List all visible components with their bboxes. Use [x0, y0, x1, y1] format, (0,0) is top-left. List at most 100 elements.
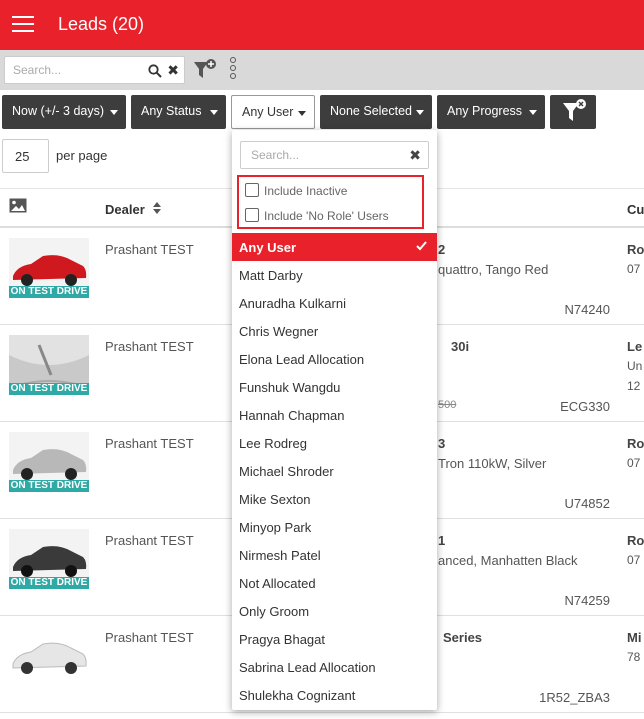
status-badge: ON TEST DRIVE — [9, 480, 89, 492]
customer-column-header[interactable]: Cu — [627, 202, 644, 217]
sort-icon[interactable] — [153, 201, 161, 215]
date-filter-label: Now (+/- 3 days) — [12, 104, 105, 118]
customer-company: Un — [627, 359, 643, 373]
user-option[interactable]: Any User — [232, 233, 437, 261]
user-option[interactable]: Elona Lead Allocation — [232, 345, 437, 373]
user-filter-label: Any User — [242, 105, 294, 119]
vehicle-thumbnail: ON TEST DRIVE — [9, 529, 89, 589]
user-option[interactable]: Michael Shroder — [232, 457, 437, 485]
per-page-input[interactable]: 25 — [2, 139, 49, 173]
checkmark-icon — [416, 241, 427, 251]
stock-number: U74852 — [564, 496, 610, 511]
user-search-box: ✖ — [240, 141, 429, 169]
user-option[interactable]: Only Groom — [232, 597, 437, 625]
user-option[interactable]: Not Allocated — [232, 569, 437, 597]
user-option[interactable]: Mike Sexton — [232, 485, 437, 513]
search-icon[interactable] — [148, 64, 162, 78]
status-badge: ON TEST DRIVE — [9, 286, 89, 298]
close-icon[interactable]: ✖ — [409, 147, 421, 164]
user-option[interactable]: Pragya Bhagat — [232, 625, 437, 653]
include-no-role-label: Include 'No Role' Users — [264, 209, 389, 223]
app-header: Leads (20) — [0, 0, 644, 50]
user-option-label: Sabrina Lead Allocation — [239, 660, 376, 675]
per-page-label: per page — [56, 148, 108, 163]
customer-phone: 07 — [627, 456, 641, 470]
vehicle-title: 1 — [438, 533, 446, 548]
user-option[interactable]: Lee Rodreg — [232, 429, 437, 457]
customer-name: Ro — [627, 436, 644, 451]
dealer-name: Prashant TEST — [105, 630, 194, 645]
user-option-label: Funshuk Wangdu — [239, 380, 341, 395]
user-option-label: Lee Rodreg — [239, 436, 307, 451]
user-option-label: Anuradha Kulkarni — [239, 296, 346, 311]
vehicle-thumbnail — [9, 626, 89, 686]
customer-name: Mi — [627, 630, 642, 645]
user-option[interactable]: Matt Darby — [232, 261, 437, 289]
user-filter-button[interactable]: Any User — [231, 95, 315, 129]
user-option[interactable]: Shulekha Cognizant — [232, 681, 437, 709]
include-inactive-checkbox[interactable] — [245, 183, 259, 197]
chevron-down-icon — [416, 110, 424, 115]
hamburger-icon[interactable] — [12, 16, 34, 34]
vehicle-thumbnail: ON TEST DRIVE — [9, 335, 89, 395]
include-no-role-checkbox[interactable] — [245, 208, 259, 222]
vehicle-description: anced, Manhatten Black — [438, 553, 578, 568]
filter-add-icon[interactable] — [192, 58, 218, 82]
vehicle-title: 3 — [438, 436, 446, 451]
user-option-label: Matt Darby — [239, 268, 303, 283]
user-option-label: Michael Shroder — [239, 464, 334, 479]
dealer-name: Prashant TEST — [105, 436, 194, 451]
vehicle-thumbnail: ON TEST DRIVE — [9, 432, 89, 492]
date-filter-button[interactable]: Now (+/- 3 days) — [2, 95, 126, 129]
user-option[interactable]: Sabrina Lead Allocation — [232, 653, 437, 681]
status-filter-label: Any Status — [141, 104, 202, 118]
search-toolbar: ✖ — [0, 50, 644, 90]
customer-name: Le — [627, 339, 643, 354]
user-dropdown-menu: ✖ Include Inactive Include 'No Role' Use… — [232, 130, 437, 710]
user-option-label: Mike Sexton — [239, 492, 311, 507]
stock-number: N74240 — [564, 302, 610, 317]
progress-filter-label: Any Progress — [447, 104, 523, 118]
stock-number: N74259 — [564, 593, 610, 608]
dealer-name: Prashant TEST — [105, 533, 194, 548]
chevron-down-icon — [529, 110, 537, 115]
clear-filters-button[interactable] — [550, 95, 596, 129]
user-option-label: Only Groom — [239, 604, 310, 619]
status-filter-button[interactable]: Any Status — [131, 95, 226, 129]
user-option-label: Shulekha Cognizant — [239, 688, 356, 703]
user-option[interactable]: Funshuk Wangdu — [232, 373, 437, 401]
vehicle-description: Tron 110kW, Silver — [438, 456, 547, 471]
customer-name: Ro — [627, 242, 644, 257]
user-option[interactable]: Nirmesh Patel — [232, 541, 437, 569]
customer-phone: 78 — [627, 650, 641, 664]
include-options-group: Include Inactive Include 'No Role' Users — [237, 175, 424, 229]
progress-filter-button[interactable]: Any Progress — [437, 95, 545, 129]
dealer-column-header[interactable]: Dealer — [105, 202, 145, 217]
close-icon[interactable]: ✖ — [167, 62, 179, 78]
kebab-icon[interactable] — [227, 57, 239, 83]
user-option[interactable]: Hannah Chapman — [232, 401, 437, 429]
chevron-down-icon — [110, 110, 118, 115]
user-option[interactable]: Chris Wegner — [232, 317, 437, 345]
customer-phone: 07 — [627, 553, 641, 567]
user-search-input[interactable] — [251, 148, 401, 162]
chevron-down-icon — [298, 111, 306, 116]
user-option[interactable]: Minyop Park — [232, 513, 437, 541]
customer-phone: 12 — [627, 379, 641, 393]
include-inactive-label: Include Inactive — [264, 184, 348, 198]
chevron-down-icon — [210, 110, 218, 115]
selection-filter-button[interactable]: None Selected — [320, 95, 432, 129]
search-input[interactable] — [13, 62, 143, 78]
customer-phone: 07 — [627, 262, 641, 276]
user-option-label: Any User — [239, 240, 297, 255]
status-badge: ON TEST DRIVE — [9, 383, 89, 395]
selection-filter-label: None Selected — [330, 104, 413, 118]
dealer-name: Prashant TEST — [105, 242, 194, 257]
image-icon — [9, 198, 27, 213]
vehicle-price-struck: 500 — [438, 399, 457, 411]
user-option[interactable]: Anuradha Kulkarni — [232, 289, 437, 317]
user-option-label: Pragya Bhagat — [239, 632, 326, 647]
user-option-label: Minyop Park — [239, 520, 312, 535]
vehicle-title: 30i — [451, 339, 470, 354]
vehicle-thumbnail: ON TEST DRIVE — [9, 238, 89, 298]
